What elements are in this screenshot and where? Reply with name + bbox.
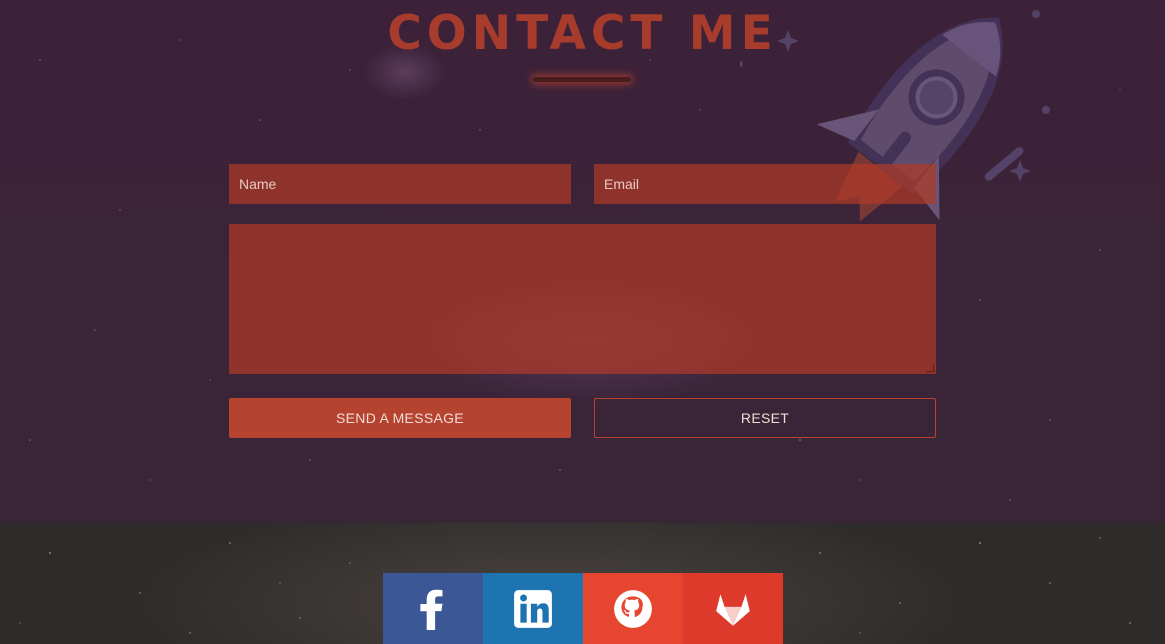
social-links bbox=[383, 573, 783, 644]
send-message-button[interactable]: SEND A MESSAGE bbox=[229, 398, 571, 438]
resize-handle-icon[interactable] bbox=[926, 364, 934, 372]
email-field[interactable]: Email bbox=[594, 164, 936, 204]
github-icon bbox=[614, 589, 652, 628]
facebook-link[interactable] bbox=[383, 573, 483, 644]
facebook-icon bbox=[420, 589, 443, 630]
name-field[interactable]: Name bbox=[229, 164, 571, 204]
page-title: CONTACT ME bbox=[387, 6, 778, 61]
github-link[interactable] bbox=[583, 573, 683, 644]
linkedin-link[interactable] bbox=[483, 573, 583, 644]
gitlab-link[interactable] bbox=[683, 573, 783, 644]
email-placeholder: Email bbox=[604, 176, 640, 192]
message-textarea[interactable] bbox=[229, 224, 936, 374]
contact-section: CONTACT ME Name Email SEND A MESSAGE RES… bbox=[0, 0, 1165, 523]
name-placeholder: Name bbox=[239, 176, 277, 192]
linkedin-icon bbox=[514, 589, 552, 628]
footer bbox=[0, 523, 1165, 644]
reset-button[interactable]: RESET bbox=[594, 398, 936, 438]
gitlab-icon bbox=[716, 593, 750, 626]
title-underline bbox=[533, 77, 631, 82]
